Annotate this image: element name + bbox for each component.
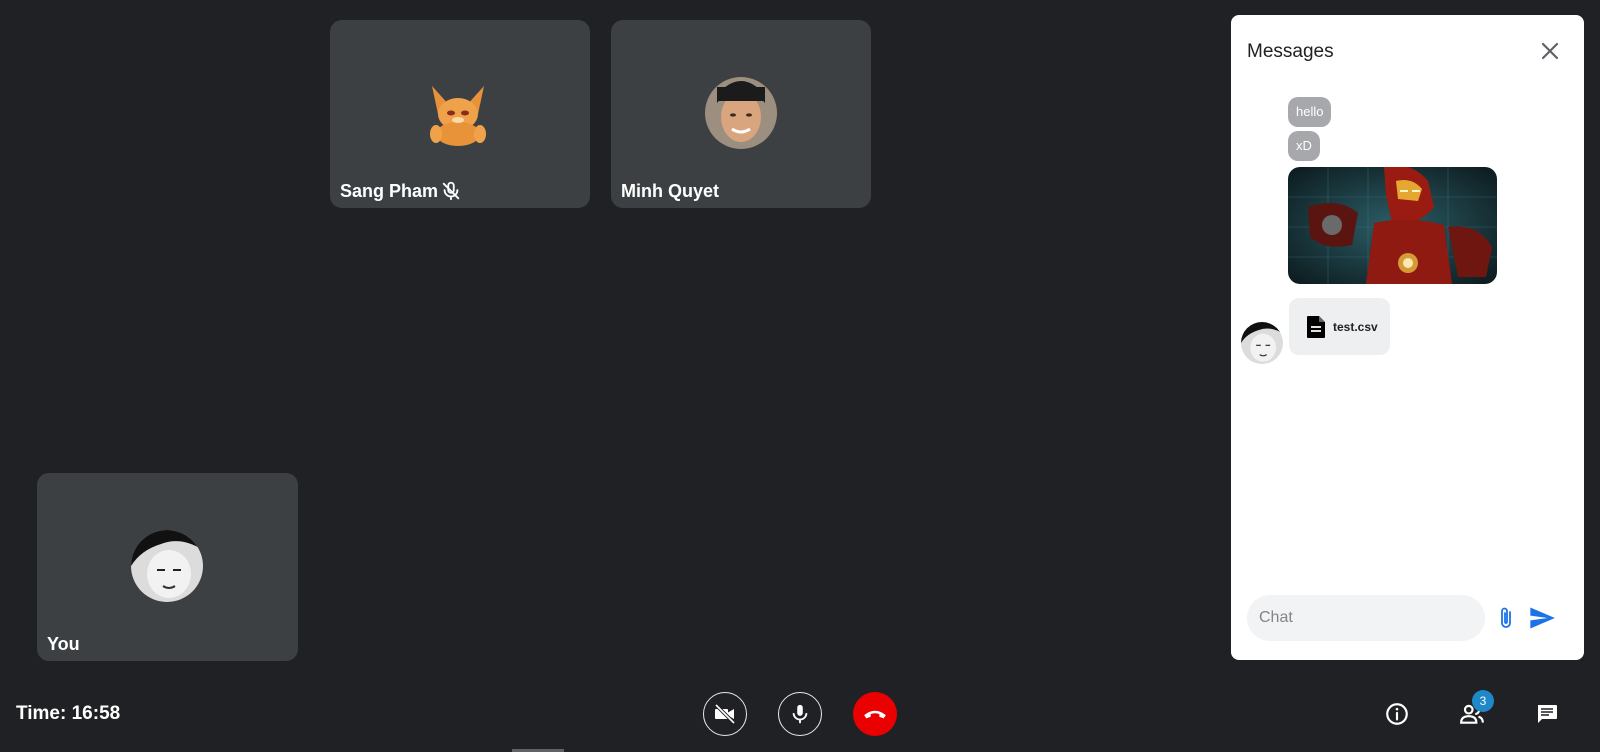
chat-message: hello <box>1288 97 1332 127</box>
chat-message: xD <box>1288 131 1320 161</box>
file-attachment[interactable]: test.csv <box>1289 298 1390 355</box>
mic-off-icon <box>440 180 462 202</box>
messages-panel: Messages hello xD test.csv Chat <box>1231 15 1584 660</box>
chat-image[interactable] <box>1288 167 1497 284</box>
call-end-icon <box>862 701 888 727</box>
send-icon[interactable] <box>1528 604 1556 632</box>
meeting-info-button[interactable] <box>1383 700 1411 728</box>
participants-count-badge: 3 <box>1472 690 1494 712</box>
file-icon <box>1305 315 1327 339</box>
panel-title: Messages <box>1247 41 1334 62</box>
participant-tile-sang[interactable]: Sang Pham <box>330 20 590 208</box>
chat-input[interactable] <box>1247 595 1485 641</box>
attach-icon[interactable] <box>1494 606 1518 630</box>
participant-name: You <box>47 634 80 654</box>
camera-off-button[interactable] <box>703 692 747 736</box>
call-timer: Time: 16:58 <box>16 703 121 724</box>
avatar <box>705 77 777 149</box>
file-name: test.csv <box>1333 319 1378 334</box>
participant-name: Sang Pham <box>340 180 462 202</box>
mic-icon <box>789 703 811 725</box>
chat-button[interactable] <box>1533 700 1561 728</box>
microphone-button[interactable] <box>778 692 822 736</box>
close-icon[interactable] <box>1538 39 1562 63</box>
avatar <box>131 530 203 602</box>
fox-avatar <box>424 80 492 148</box>
participants-button[interactable]: 3 <box>1458 690 1494 728</box>
participant-tile-minh[interactable]: Minh Quyet <box>611 20 871 208</box>
videocam-off-icon <box>713 702 737 726</box>
info-icon <box>1384 701 1410 727</box>
hang-up-button[interactable] <box>853 692 897 736</box>
participant-name: Minh Quyet <box>621 181 719 201</box>
participant-tile-self[interactable]: You <box>37 473 298 661</box>
sender-avatar <box>1241 322 1283 364</box>
chat-icon <box>1535 702 1559 726</box>
